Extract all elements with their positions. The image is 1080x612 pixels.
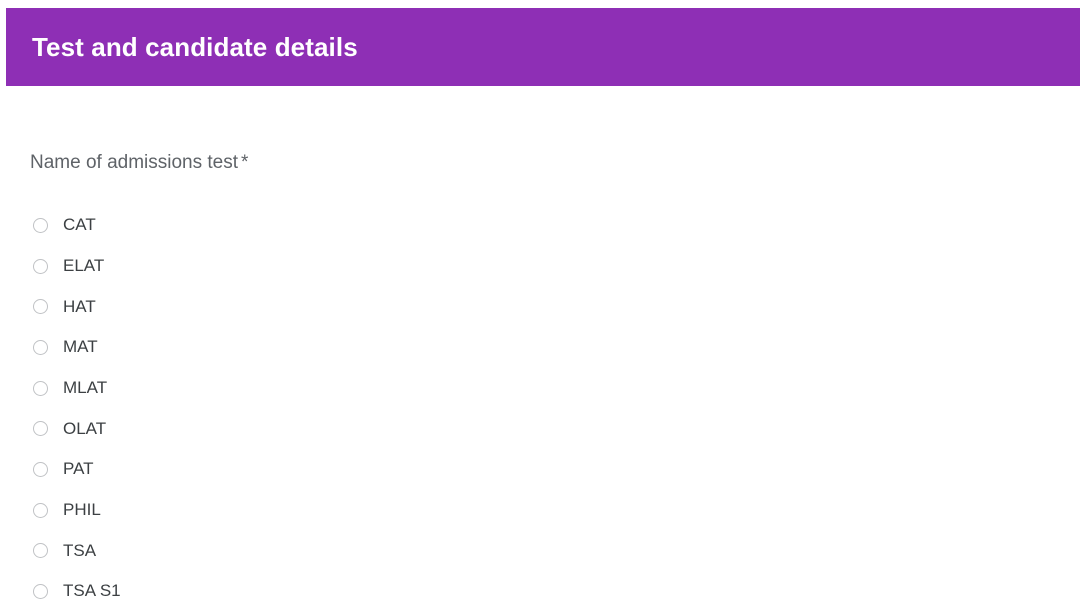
radio-option-label: ELAT [63,255,105,275]
radio-circle-icon[interactable] [33,217,48,233]
radio-option-pat[interactable]: PAT [30,449,1080,490]
radio-option-label: PHIL [63,499,101,519]
radio-option-label: TSA [63,540,97,560]
radio-option-tsa-s1[interactable]: TSA S1 [30,571,1080,612]
radio-circle-icon[interactable] [33,380,48,396]
radio-option-label: TSA S1 [63,581,121,601]
radio-option-label: MAT [63,337,98,357]
question-label: Name of admissions test * [30,152,248,175]
question-label-text: Name of admissions test [30,152,239,173]
radio-option-phil[interactable]: PHIL [30,490,1080,531]
required-asterisk: * [241,152,249,173]
radio-circle-icon[interactable] [33,258,48,274]
radio-option-hat[interactable]: HAT [30,286,1080,327]
radio-circle-icon[interactable] [33,584,48,600]
radio-group-admissions-test: CAT ELAT HAT MAT MLAT OLAT PAT PHIL TSA … [30,205,1080,612]
radio-circle-icon[interactable] [33,502,48,518]
radio-option-mlat[interactable]: MLAT [30,368,1080,409]
section-title: Test and candidate details [32,32,358,62]
radio-option-label: PAT [63,459,94,479]
radio-option-label: CAT [63,215,96,235]
radio-circle-icon[interactable] [33,461,48,477]
radio-option-label: MLAT [63,377,108,397]
radio-option-elat[interactable]: ELAT [30,246,1080,287]
radio-option-label: HAT [63,296,96,316]
radio-circle-icon[interactable] [33,421,48,437]
radio-circle-icon[interactable] [33,299,48,315]
section-header-banner: Test and candidate details [6,8,1080,86]
radio-option-tsa[interactable]: TSA [30,531,1080,572]
radio-option-label: OLAT [63,418,107,438]
radio-option-mat[interactable]: MAT [30,327,1080,368]
radio-circle-icon[interactable] [33,543,48,559]
question-block: Name of admissions test * CAT ELAT HAT MA… [0,86,1080,600]
radio-circle-icon[interactable] [33,339,48,355]
radio-option-olat[interactable]: OLAT [30,408,1080,449]
radio-option-cat[interactable]: CAT [30,205,1080,246]
